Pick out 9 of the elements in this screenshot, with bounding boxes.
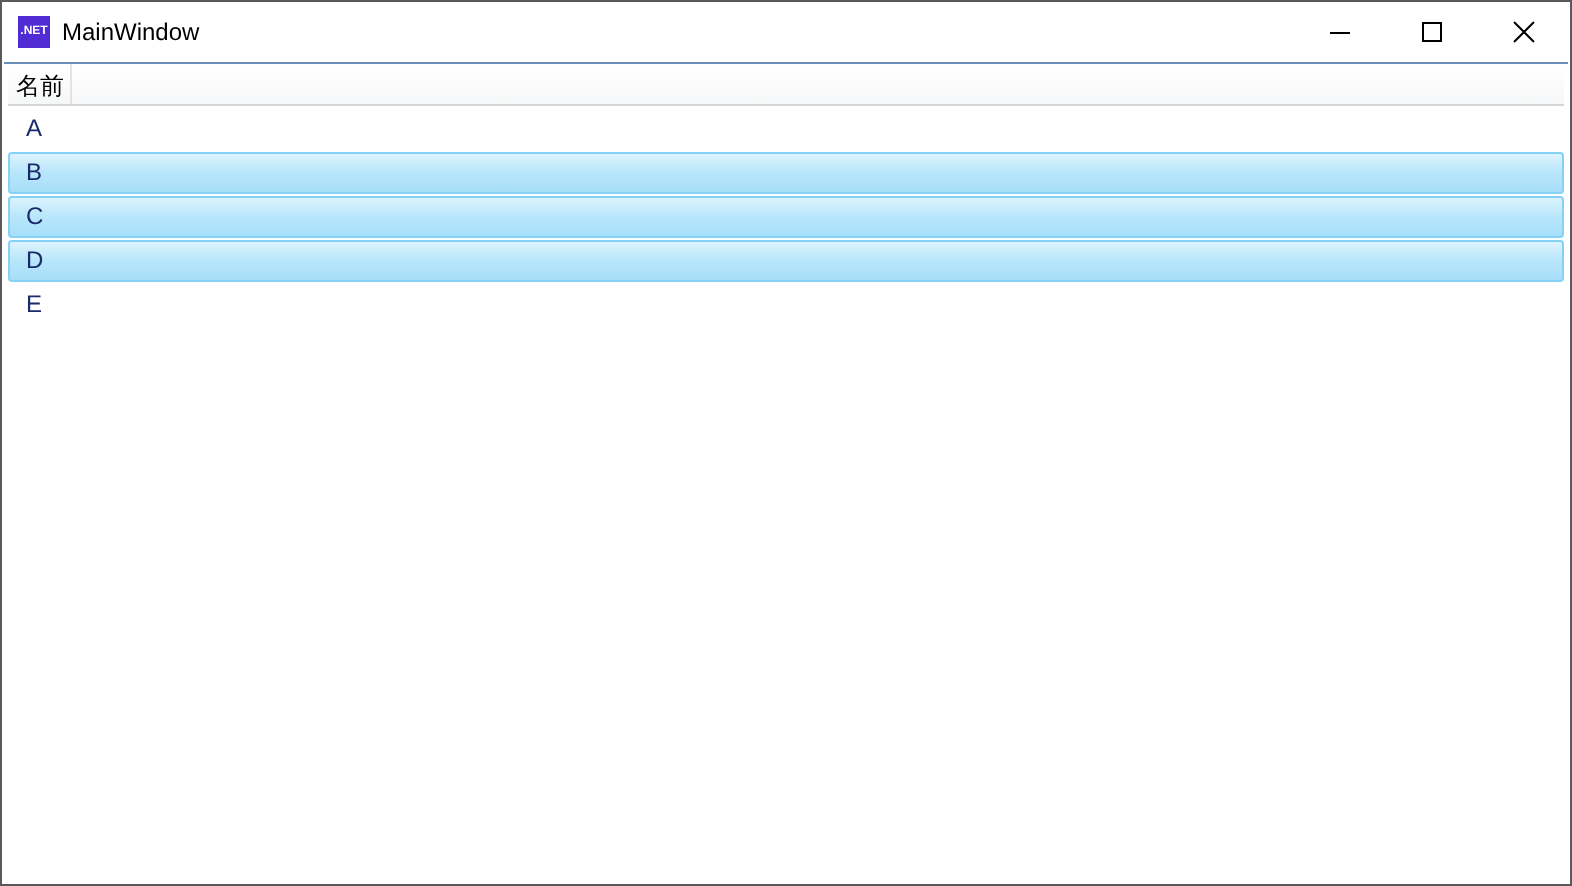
column-header[interactable]: 名前 [8, 64, 72, 104]
close-icon [1512, 20, 1536, 44]
maximize-icon [1420, 20, 1444, 44]
list-row[interactable]: C [8, 196, 1564, 238]
list-row[interactable]: D [8, 240, 1564, 282]
list-row[interactable]: A [8, 108, 1564, 150]
list-row[interactable]: B [8, 152, 1564, 194]
window-title: MainWindow [62, 18, 200, 46]
list-row[interactable]: E [8, 284, 1564, 326]
